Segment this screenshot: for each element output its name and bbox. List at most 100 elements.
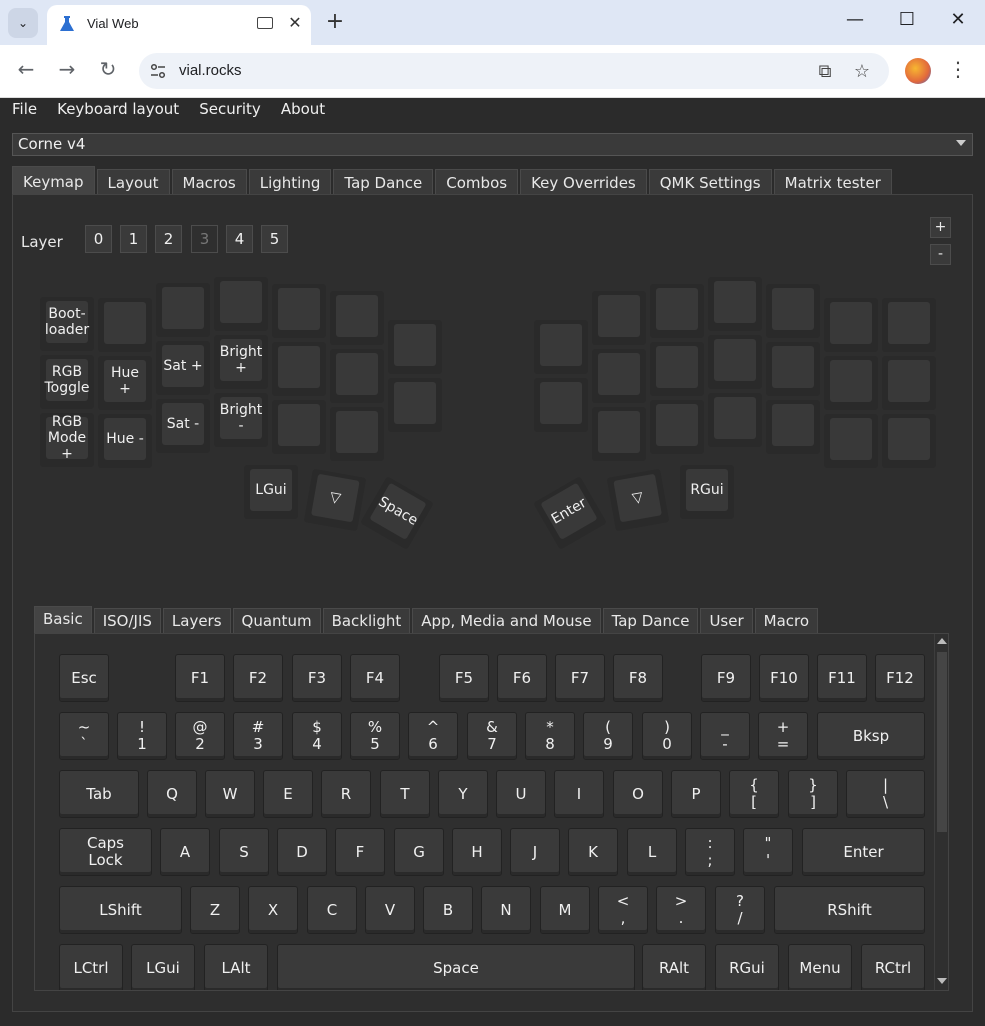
keycode-9-r1c9[interactable]: (9: [583, 712, 633, 760]
keycode-blank-r1c12[interactable]: + =: [758, 712, 808, 760]
key-right-r1-c0[interactable]: [592, 349, 646, 403]
keycode-tab-backlight[interactable]: Backlight: [322, 608, 411, 634]
keycode-0-r1c10[interactable]: ) 0: [642, 712, 692, 760]
key-right-r1-c1[interactable]: [650, 342, 704, 396]
keycode-rshift-r4c11[interactable]: RShift: [774, 886, 925, 934]
zoom-in-button[interactable]: +: [930, 217, 951, 238]
layer-button-4[interactable]: 4: [226, 225, 253, 253]
keycode-p-r2c10[interactable]: P: [671, 770, 721, 818]
layer-button-0[interactable]: 0: [85, 225, 112, 253]
menu-about[interactable]: About: [269, 98, 333, 122]
keycode-bksp-r1c13[interactable]: Bksp: [817, 712, 925, 760]
key-left-r1-c5[interactable]: [330, 349, 384, 403]
browser-menu-icon[interactable]: ⋮: [948, 57, 968, 85]
key-left-r1-c1[interactable]: Hue +: [98, 356, 152, 410]
key-left-r0-c0[interactable]: Boot-loader: [40, 297, 94, 351]
translate-icon[interactable]: ⧉: [814, 61, 836, 83]
keycode-5-r1c5[interactable]: % 5: [350, 712, 400, 760]
keycode-blank-r4c10[interactable]: ? /: [715, 886, 765, 934]
keycode-6-r1c6[interactable]: ^ 6: [408, 712, 458, 760]
tab-macros[interactable]: Macros: [171, 169, 247, 197]
bookmark-star-icon[interactable]: ☆: [851, 61, 873, 83]
keycode-m-r4c7[interactable]: M: [540, 886, 590, 934]
menu-file[interactable]: File: [0, 98, 45, 122]
key-right-r0-c5[interactable]: [882, 298, 936, 352]
keycode-tab-layers[interactable]: Layers: [162, 608, 231, 634]
keycode-o-r2c9[interactable]: O: [613, 770, 663, 818]
layer-button-5[interactable]: 5: [261, 225, 288, 253]
key-right-outer-0[interactable]: [534, 320, 588, 374]
keycode-a-r3c1[interactable]: A: [160, 828, 210, 876]
key-right-r0-c3[interactable]: [766, 284, 820, 338]
thumb-right-rgui[interactable]: RGui: [680, 465, 734, 519]
keycode-i-r2c8[interactable]: I: [554, 770, 604, 818]
key-right-r0-c0[interactable]: [592, 291, 646, 345]
keycode-blank-r1c11[interactable]: _ -: [700, 712, 750, 760]
keycode-s-r3c2[interactable]: S: [219, 828, 269, 876]
key-left-r2-c0[interactable]: RGB Mode +: [40, 413, 94, 467]
key-left-r1-c0[interactable]: RGB Toggle: [40, 355, 94, 409]
window-close-icon[interactable]: ✕: [943, 9, 973, 37]
keycode-rgui-r5c5[interactable]: RGui: [715, 944, 779, 990]
keycode-tab-app-media-and-mouse[interactable]: App, Media and Mouse: [412, 608, 601, 634]
layer-button-3[interactable]: 3: [191, 225, 218, 253]
keycode-l-r3c9[interactable]: L: [627, 828, 677, 876]
keycode-d-r3c3[interactable]: D: [277, 828, 327, 876]
key-left-r0-c4[interactable]: [272, 284, 326, 338]
menu-security[interactable]: Security: [187, 98, 269, 122]
keycode-space-r5c3[interactable]: Space: [277, 944, 635, 990]
tab-lighting[interactable]: Lighting: [248, 169, 332, 197]
keycode-tab-r2c0[interactable]: Tab: [59, 770, 139, 818]
tab-combos[interactable]: Combos: [435, 169, 519, 197]
keycode-tab-macro[interactable]: Macro: [754, 608, 819, 634]
keycode-f1-r0c1[interactable]: F1: [175, 654, 225, 702]
thumb-left-lgui[interactable]: LGui: [244, 465, 298, 519]
keycode-t-r2c5[interactable]: T: [380, 770, 430, 818]
keycode-blank-r1c0[interactable]: ~ `: [59, 712, 109, 760]
key-left-r2-c1[interactable]: Hue -: [98, 414, 152, 468]
keycode-j-r3c7[interactable]: J: [510, 828, 560, 876]
keycode-tab-user[interactable]: User: [700, 608, 753, 634]
key-right-r2-c1[interactable]: [650, 400, 704, 454]
keycode-f3-r0c3[interactable]: F3: [292, 654, 342, 702]
media-icon[interactable]: [257, 17, 273, 29]
menu-keyboard-layout[interactable]: Keyboard layout: [45, 98, 187, 122]
keycode-e-r2c3[interactable]: E: [263, 770, 313, 818]
keycode-lctrl-r5c0[interactable]: LCtrl: [59, 944, 123, 990]
tab-keymap[interactable]: Keymap: [12, 166, 95, 196]
keycode-f6-r0c6[interactable]: F6: [497, 654, 547, 702]
keycode-rctrl-r5c7[interactable]: RCtrl: [861, 944, 925, 990]
keycode-g-r3c5[interactable]: G: [394, 828, 444, 876]
keycode-f-r3c4[interactable]: F: [335, 828, 385, 876]
key-left-r2-c3[interactable]: Bright -: [214, 393, 268, 447]
keycode-f12-r0c12[interactable]: F12: [875, 654, 925, 702]
keycode-blank-r4c8[interactable]: <,: [598, 886, 648, 934]
key-right-r0-c4[interactable]: [824, 298, 878, 352]
key-left-r2-c4[interactable]: [272, 400, 326, 454]
keycode-4-r1c4[interactable]: $4: [292, 712, 342, 760]
keycode-k-r3c8[interactable]: K: [568, 828, 618, 876]
keycode-y-r2c6[interactable]: Y: [438, 770, 488, 818]
browser-tab[interactable]: Vial Web ✕: [47, 5, 311, 45]
key-left-outer-1[interactable]: [388, 378, 442, 432]
tab-qmk-settings[interactable]: QMK Settings: [648, 169, 772, 197]
keycode-w-r2c2[interactable]: W: [205, 770, 255, 818]
key-left-r0-c3[interactable]: [214, 277, 268, 331]
keycode-lgui-r5c1[interactable]: LGui: [131, 944, 195, 990]
keycode-h-r3c6[interactable]: H: [452, 828, 502, 876]
key-right-r2-c3[interactable]: [766, 400, 820, 454]
keycode-f11-r0c11[interactable]: F11: [817, 654, 867, 702]
device-select[interactable]: Corne v4: [12, 133, 973, 156]
key-right-r2-c2[interactable]: [708, 393, 762, 447]
keycode-r-r2c4[interactable]: R: [321, 770, 371, 818]
keycode-tab-quantum[interactable]: Quantum: [232, 608, 321, 634]
keycode-3-r1c3[interactable]: #3: [233, 712, 283, 760]
profile-avatar[interactable]: [905, 58, 931, 84]
keycode-esc-r0c0[interactable]: Esc: [59, 654, 109, 702]
keycode-n-r4c6[interactable]: N: [481, 886, 531, 934]
key-right-r1-c2[interactable]: [708, 335, 762, 389]
tab-tap-dance[interactable]: Tap Dance: [333, 169, 434, 197]
keycode-blank-r2c12[interactable]: }]: [788, 770, 838, 818]
key-left-r1-c2[interactable]: Sat +: [156, 341, 210, 395]
keycode-blank-r2c11[interactable]: {[: [729, 770, 779, 818]
